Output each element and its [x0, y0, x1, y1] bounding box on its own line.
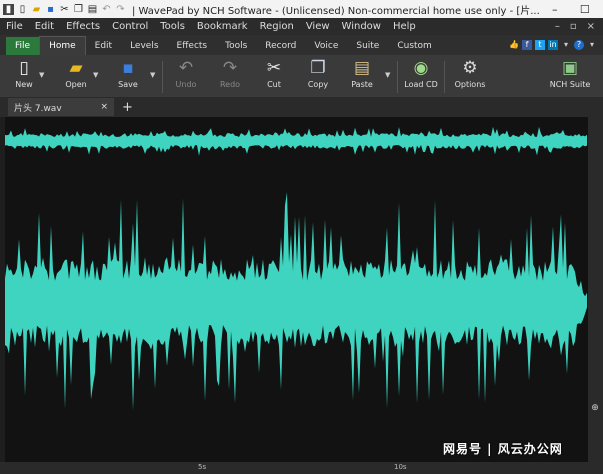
- save-dropdown-icon[interactable]: ▼: [150, 71, 155, 79]
- paste-dropdown-icon[interactable]: ▼: [385, 71, 390, 79]
- tab-tools[interactable]: Tools: [216, 37, 256, 55]
- tab-suite[interactable]: Suite: [347, 37, 388, 55]
- watermark: 网易号 | 风云办公网: [443, 442, 563, 456]
- separator: [162, 61, 163, 93]
- redo-icon: ↷: [222, 58, 238, 78]
- new-file-icon[interactable]: ▯: [17, 4, 28, 15]
- window-title: | WavePad by NCH Software - (Unlicensed)…: [132, 5, 540, 17]
- social-links: 👍 f t in ▾ ? ▾: [509, 35, 603, 55]
- load-cd-button[interactable]: ◉ Load CD: [399, 58, 443, 96]
- copy-button[interactable]: ❐ Copy: [296, 58, 340, 96]
- tab-file[interactable]: File: [6, 37, 40, 55]
- menu-file[interactable]: File: [0, 21, 29, 32]
- chevron-down-icon[interactable]: ▾: [561, 40, 571, 50]
- new-label: New: [15, 80, 33, 89]
- open-folder-icon: ▰: [69, 58, 83, 78]
- tab-edit[interactable]: Edit: [86, 37, 121, 55]
- redo-icon[interactable]: ↷: [115, 4, 126, 15]
- cut-icon[interactable]: ✂: [59, 4, 70, 15]
- save-icon[interactable]: ▪: [45, 4, 56, 15]
- close-tab-icon[interactable]: ×: [100, 102, 108, 112]
- copy-icon: ❐: [310, 58, 326, 78]
- cut-label: Cut: [267, 80, 281, 89]
- menu-help[interactable]: Help: [387, 21, 422, 32]
- open-button[interactable]: ▰ Open: [54, 58, 98, 96]
- nch-suite-label: NCH Suite: [549, 80, 591, 89]
- menu-effects[interactable]: Effects: [60, 21, 106, 32]
- paste-icon[interactable]: ▤: [87, 4, 98, 15]
- tab-home[interactable]: Home: [39, 36, 86, 55]
- timeline-tick-5s: 5s: [198, 463, 207, 471]
- tab-voice[interactable]: Voice: [305, 37, 347, 55]
- menu-control[interactable]: Control: [106, 21, 154, 32]
- help-icon[interactable]: ?: [574, 40, 584, 50]
- doc-close-button[interactable]: ×: [587, 21, 595, 32]
- app-icon: ▮: [3, 3, 14, 15]
- quick-access-toolbar: ▮ ▯ ▰ ▪ ✂ ❐ ▤ ↶ ↷: [0, 3, 126, 15]
- tab-custom[interactable]: Custom: [388, 37, 440, 55]
- cut-button[interactable]: ✂ Cut: [252, 58, 296, 96]
- doc-minimize-button[interactable]: –: [555, 21, 560, 32]
- chevron-down-icon[interactable]: ▾: [587, 40, 597, 50]
- tab-levels[interactable]: Levels: [121, 37, 167, 55]
- zoom-icon[interactable]: ⊕: [590, 403, 600, 413]
- open-label: Open: [65, 80, 87, 89]
- separator: [444, 61, 445, 93]
- separator: [397, 61, 398, 93]
- menu-tools[interactable]: Tools: [154, 21, 191, 32]
- file-tab-name: 片头 7.wav: [14, 103, 62, 114]
- copy-label: Copy: [307, 80, 329, 89]
- options-label: Options: [454, 80, 486, 89]
- ribbon-tabs: File Home Edit Levels Effects Tools Reco…: [0, 35, 603, 55]
- new-tab-button[interactable]: +: [122, 100, 133, 115]
- menu-bar: File Edit Effects Control Tools Bookmark…: [0, 18, 603, 35]
- menu-window[interactable]: Window: [336, 21, 387, 32]
- undo-icon: ↶: [178, 58, 194, 78]
- minimize-button[interactable]: –: [540, 3, 570, 16]
- paste-button[interactable]: ▤ Paste: [340, 58, 384, 96]
- twitter-icon[interactable]: t: [535, 40, 545, 50]
- menu-view[interactable]: View: [300, 21, 336, 32]
- tab-record[interactable]: Record: [256, 37, 305, 55]
- menu-edit[interactable]: Edit: [29, 21, 60, 32]
- open-folder-icon[interactable]: ▰: [31, 4, 42, 15]
- save-icon: ▪: [122, 58, 134, 78]
- paste-icon: ▤: [353, 58, 371, 78]
- paste-label: Paste: [351, 80, 373, 89]
- timeline-ruler[interactable]: 5s 10s: [0, 462, 603, 474]
- options-button[interactable]: ⚙ Options: [448, 58, 492, 96]
- title-bar: ▮ ▯ ▰ ▪ ✂ ❐ ▤ ↶ ↷ | WavePad by NCH Softw…: [0, 0, 603, 18]
- vertical-scrollbar[interactable]: ⊕: [588, 117, 603, 462]
- doc-restore-button[interactable]: ▫: [570, 21, 577, 32]
- file-tabs: 片头 7.wav × +: [0, 97, 603, 117]
- undo-button[interactable]: ↶ Undo: [164, 58, 208, 96]
- file-tab[interactable]: 片头 7.wav ×: [8, 98, 114, 116]
- linkedin-icon[interactable]: in: [548, 40, 558, 50]
- tab-effects[interactable]: Effects: [168, 37, 217, 55]
- facebook-icon[interactable]: f: [522, 40, 532, 50]
- load-cd-label: Load CD: [404, 80, 438, 89]
- menu-region[interactable]: Region: [254, 21, 300, 32]
- maximize-button[interactable]: ☐: [570, 3, 600, 16]
- redo-label: Redo: [219, 80, 241, 89]
- cd-icon: ◉: [413, 58, 429, 78]
- cut-icon: ✂: [266, 58, 282, 78]
- copy-icon[interactable]: ❐: [73, 4, 84, 15]
- ribbon-toolbar: ▯ New ▼ ▰ Open ▼ ▪ Save ▼ ↶ Undo ↷ Redo …: [0, 55, 603, 98]
- save-button[interactable]: ▪ Save: [106, 58, 150, 96]
- undo-label: Undo: [175, 80, 197, 89]
- nch-suite-icon: ▣: [561, 58, 579, 78]
- waveform-view[interactable]: [5, 117, 588, 462]
- save-label: Save: [118, 80, 138, 89]
- redo-button[interactable]: ↷ Redo: [208, 58, 252, 96]
- thumbs-up-icon[interactable]: 👍: [509, 40, 519, 50]
- nch-suite-button[interactable]: ▣ NCH Suite: [546, 58, 594, 96]
- new-file-icon: ▯: [19, 58, 29, 78]
- menu-bookmark[interactable]: Bookmark: [191, 21, 254, 32]
- undo-icon[interactable]: ↶: [101, 4, 112, 15]
- new-dropdown-icon[interactable]: ▼: [39, 71, 44, 79]
- timeline-tick-10s: 10s: [394, 463, 407, 471]
- options-icon: ⚙: [462, 58, 478, 78]
- open-dropdown-icon[interactable]: ▼: [93, 71, 98, 79]
